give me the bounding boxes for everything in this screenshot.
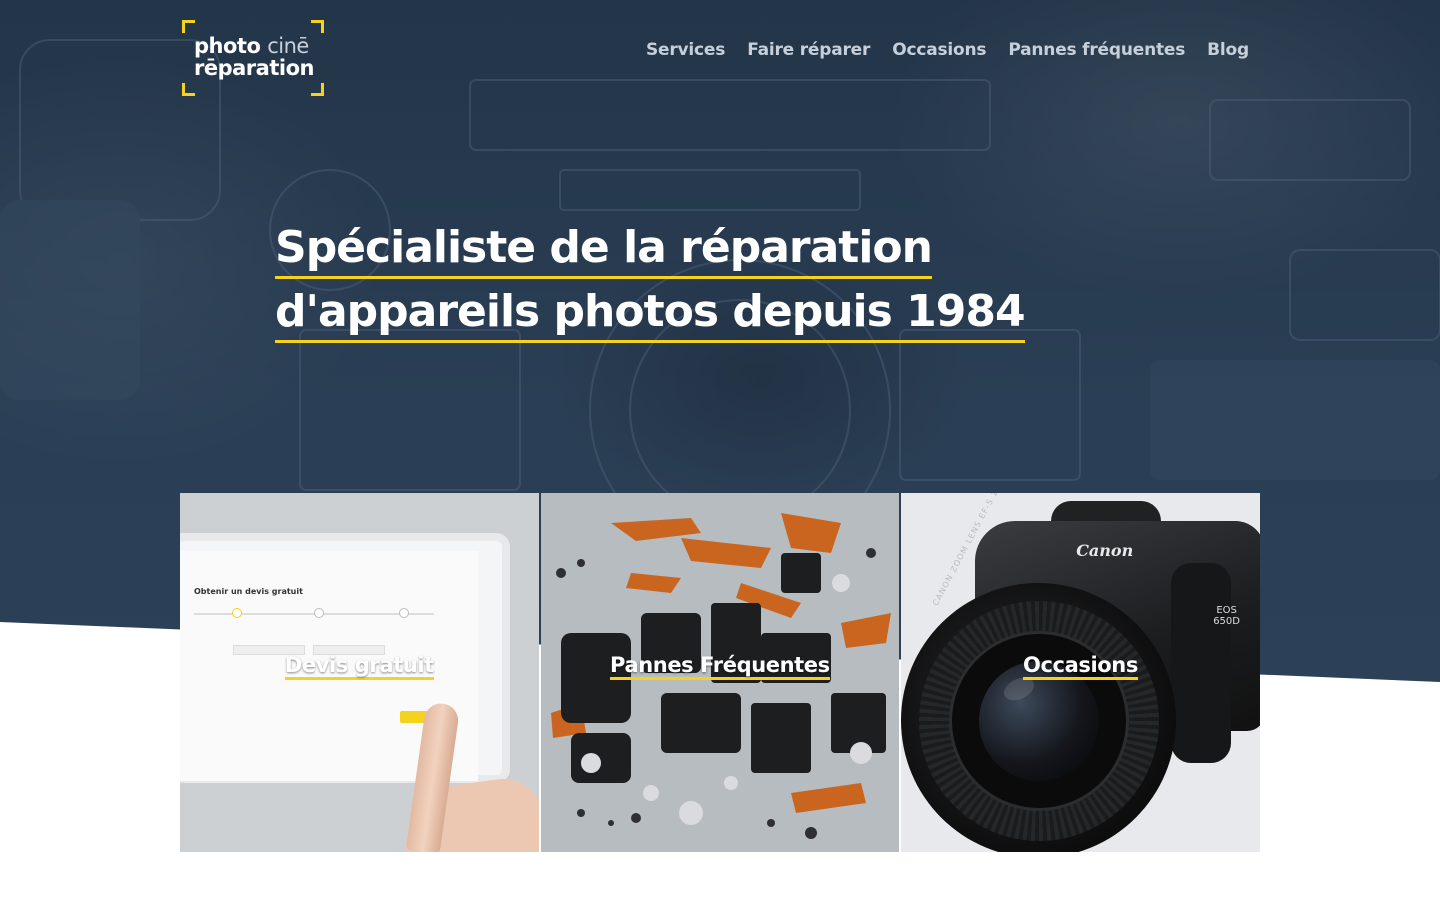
nav-pannes-frequentes[interactable]: Pannes fréquentes	[1008, 40, 1185, 60]
camera-model-text: EOS 650D	[1213, 605, 1240, 627]
tablet-stepper	[194, 608, 434, 618]
step-dot	[399, 608, 409, 618]
card-devis-gratuit[interactable]: Obtenir un devis gratuit Devis gratuit	[180, 493, 539, 852]
card-occasions[interactable]: Canon EOS 650D CANON ZOOM LENS EF-S 18-1…	[901, 493, 1260, 852]
brand-logo[interactable]: photo cinē rēparation	[182, 20, 324, 96]
headline-row-1: Spécialiste de la réparation	[275, 220, 1175, 284]
tablet-screen-title: Obtenir un devis gratuit	[194, 587, 303, 596]
hero-headline: Spécialiste de la réparation d'appareils…	[275, 220, 1175, 348]
step-dot	[232, 608, 242, 618]
nav-services[interactable]: Services	[646, 40, 725, 60]
headline-line-2: d'appareils photos depuis 1984	[275, 284, 1026, 343]
feature-cards: Obtenir un devis gratuit Devis gratuit P…	[180, 493, 1260, 852]
logo-corner-bottom-right	[311, 83, 324, 96]
headline-line-1: Spécialiste de la réparation	[275, 220, 933, 279]
camera-model-line-2: 650D	[1213, 616, 1240, 627]
main-nav: Services Faire réparer Occasions Pannes …	[646, 40, 1249, 60]
card-label-devis-gratuit[interactable]: Devis gratuit	[284, 653, 434, 680]
nav-blog[interactable]: Blog	[1207, 40, 1249, 60]
logo-corner-top-right	[311, 20, 324, 33]
logo-word-cine: cinē	[267, 34, 309, 58]
camera-brand-text: Canon	[1076, 541, 1134, 560]
card-label-wrap: Occasions	[901, 653, 1260, 680]
nav-occasions[interactable]: Occasions	[892, 40, 986, 60]
camera-model-line-1: EOS	[1216, 605, 1237, 616]
card-pannes-frequentes[interactable]: Pannes Fréquentes	[540, 493, 900, 852]
logo-corner-top-left	[182, 20, 195, 33]
card-label-wrap: Devis gratuit	[180, 653, 539, 680]
logo-word-photo: photo	[194, 34, 261, 58]
logo-corner-bottom-left	[182, 83, 195, 96]
logo-word-reparation: rēparation	[194, 56, 314, 80]
headline-row-2: d'appareils photos depuis 1984	[275, 284, 1175, 348]
nav-faire-reparer[interactable]: Faire réparer	[747, 40, 870, 60]
card-label-wrap: Pannes Fréquentes	[541, 653, 900, 680]
card-label-occasions[interactable]: Occasions	[1023, 653, 1138, 680]
step-dot	[314, 608, 324, 618]
logo-line-1: photo cinē	[194, 34, 309, 58]
card-label-pannes-frequentes[interactable]: Pannes Fréquentes	[610, 653, 830, 680]
